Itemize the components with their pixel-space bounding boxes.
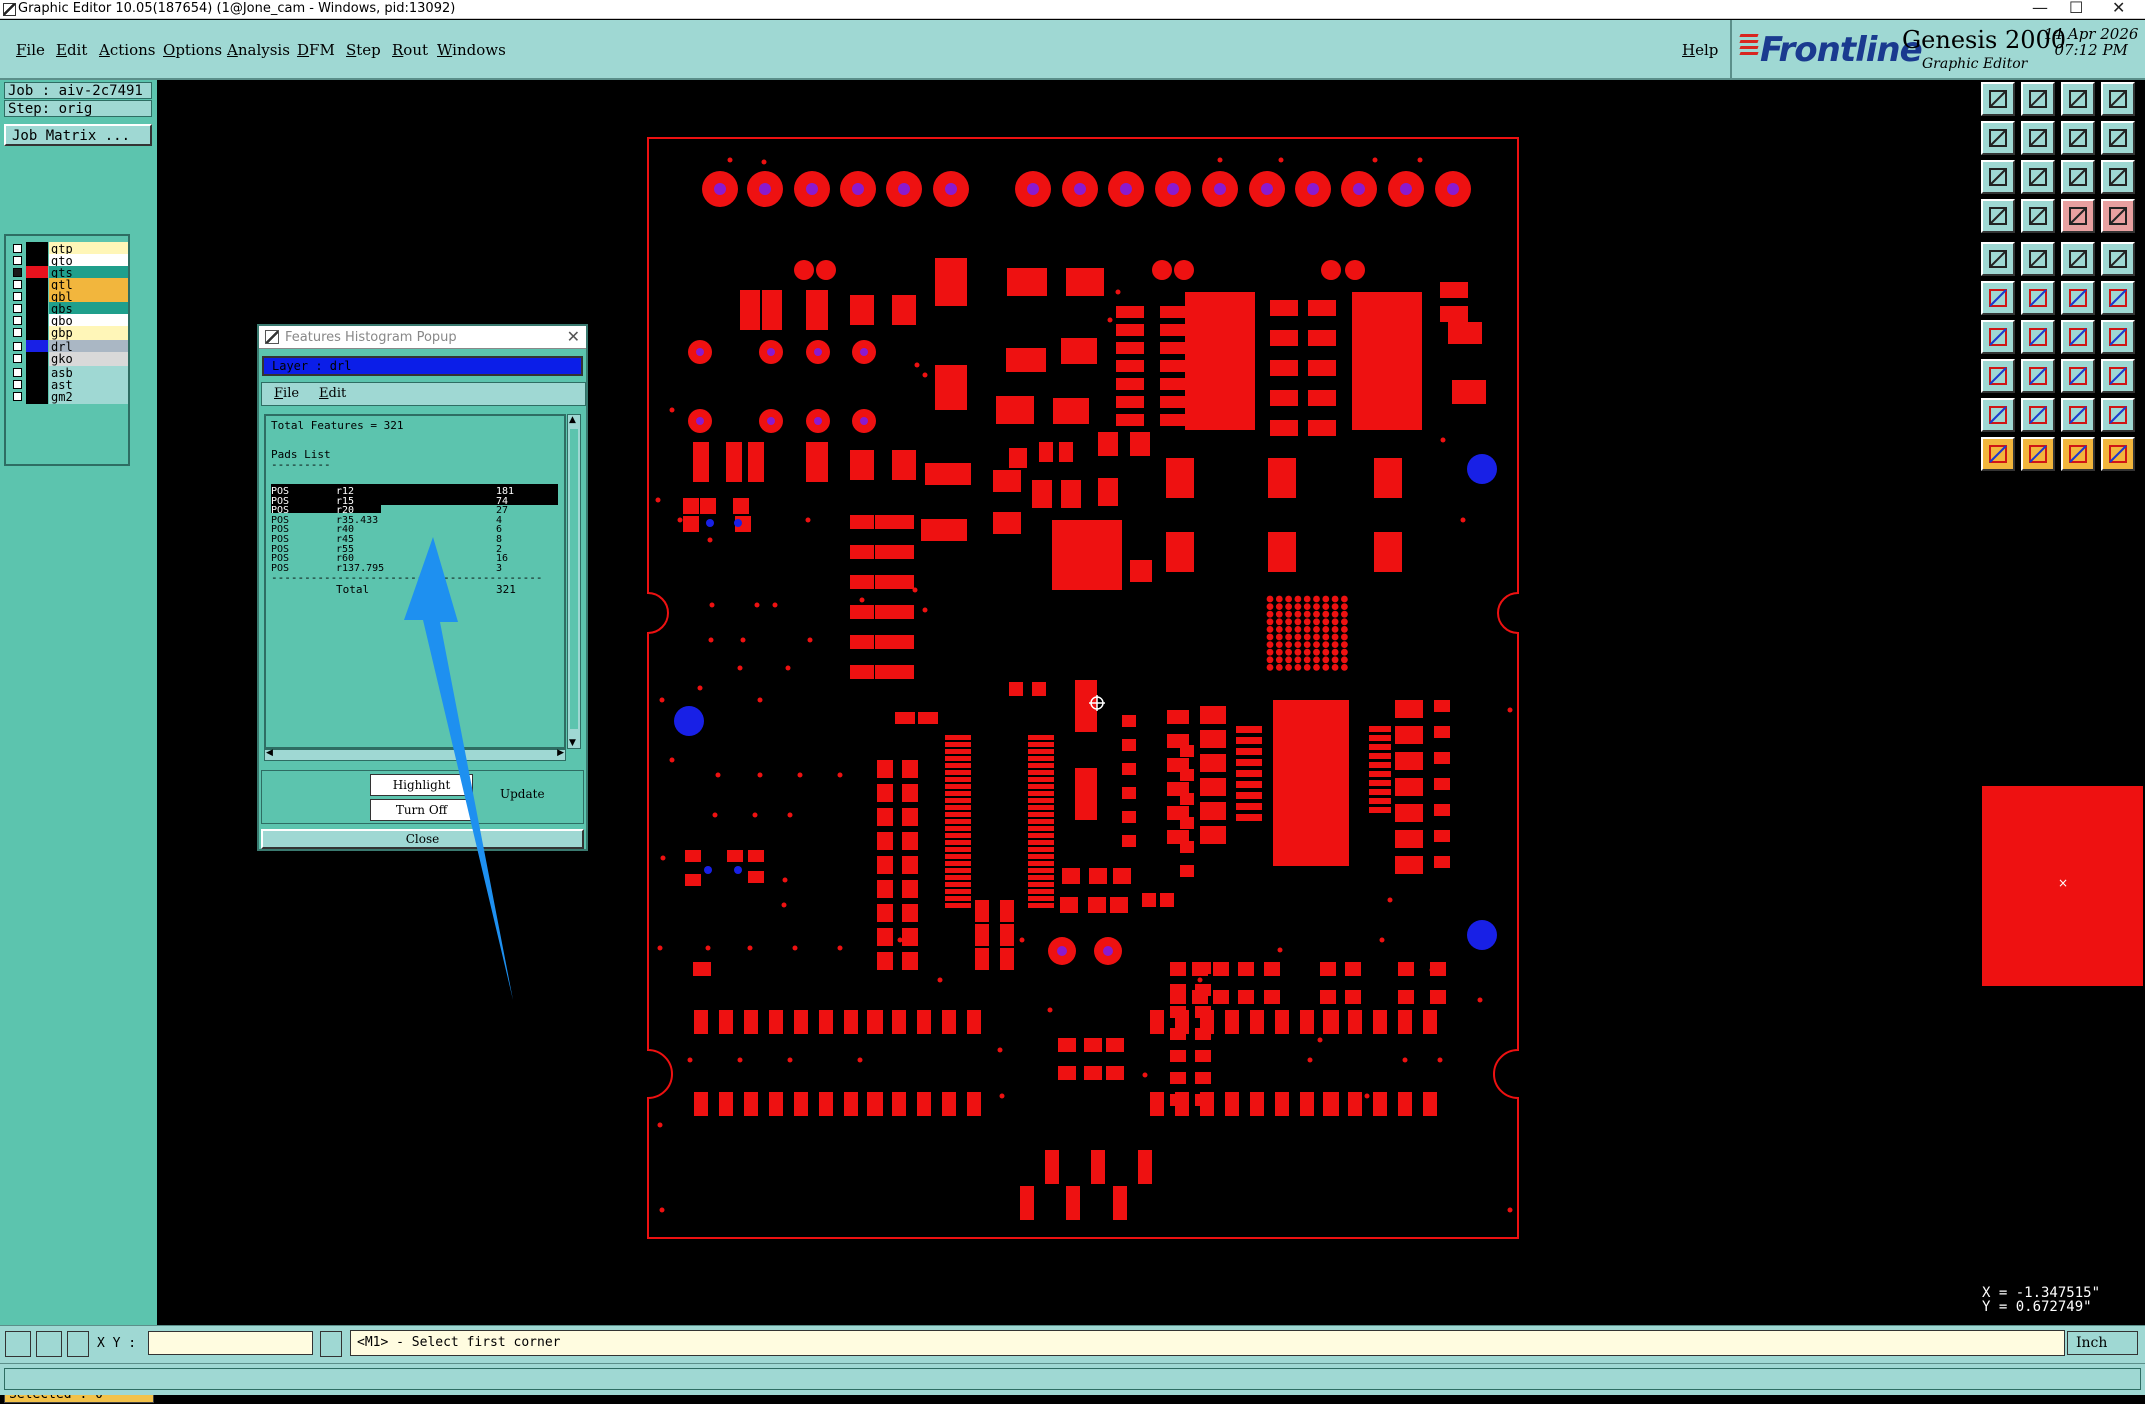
bottom-bar — [0, 1363, 2145, 1395]
status-tool-1-icon[interactable] — [5, 1331, 31, 1357]
unit-selector[interactable]: Inch — [2067, 1331, 2138, 1355]
status-message: <M1> - Select first corner — [350, 1330, 2065, 1356]
xy-input[interactable] — [148, 1331, 313, 1355]
xy-label: X Y : — [97, 1336, 137, 1351]
arrow-shape — [404, 537, 513, 1000]
status-bar: X Y : <M1> - Select first corner Inch — [0, 1325, 2145, 1363]
pause-icon[interactable] — [320, 1331, 342, 1357]
bottom-field — [4, 1368, 2141, 1390]
annotation-arrow — [404, 537, 513, 1000]
grid-icon[interactable] — [67, 1331, 89, 1357]
status-tool-2-icon[interactable] — [36, 1331, 62, 1357]
